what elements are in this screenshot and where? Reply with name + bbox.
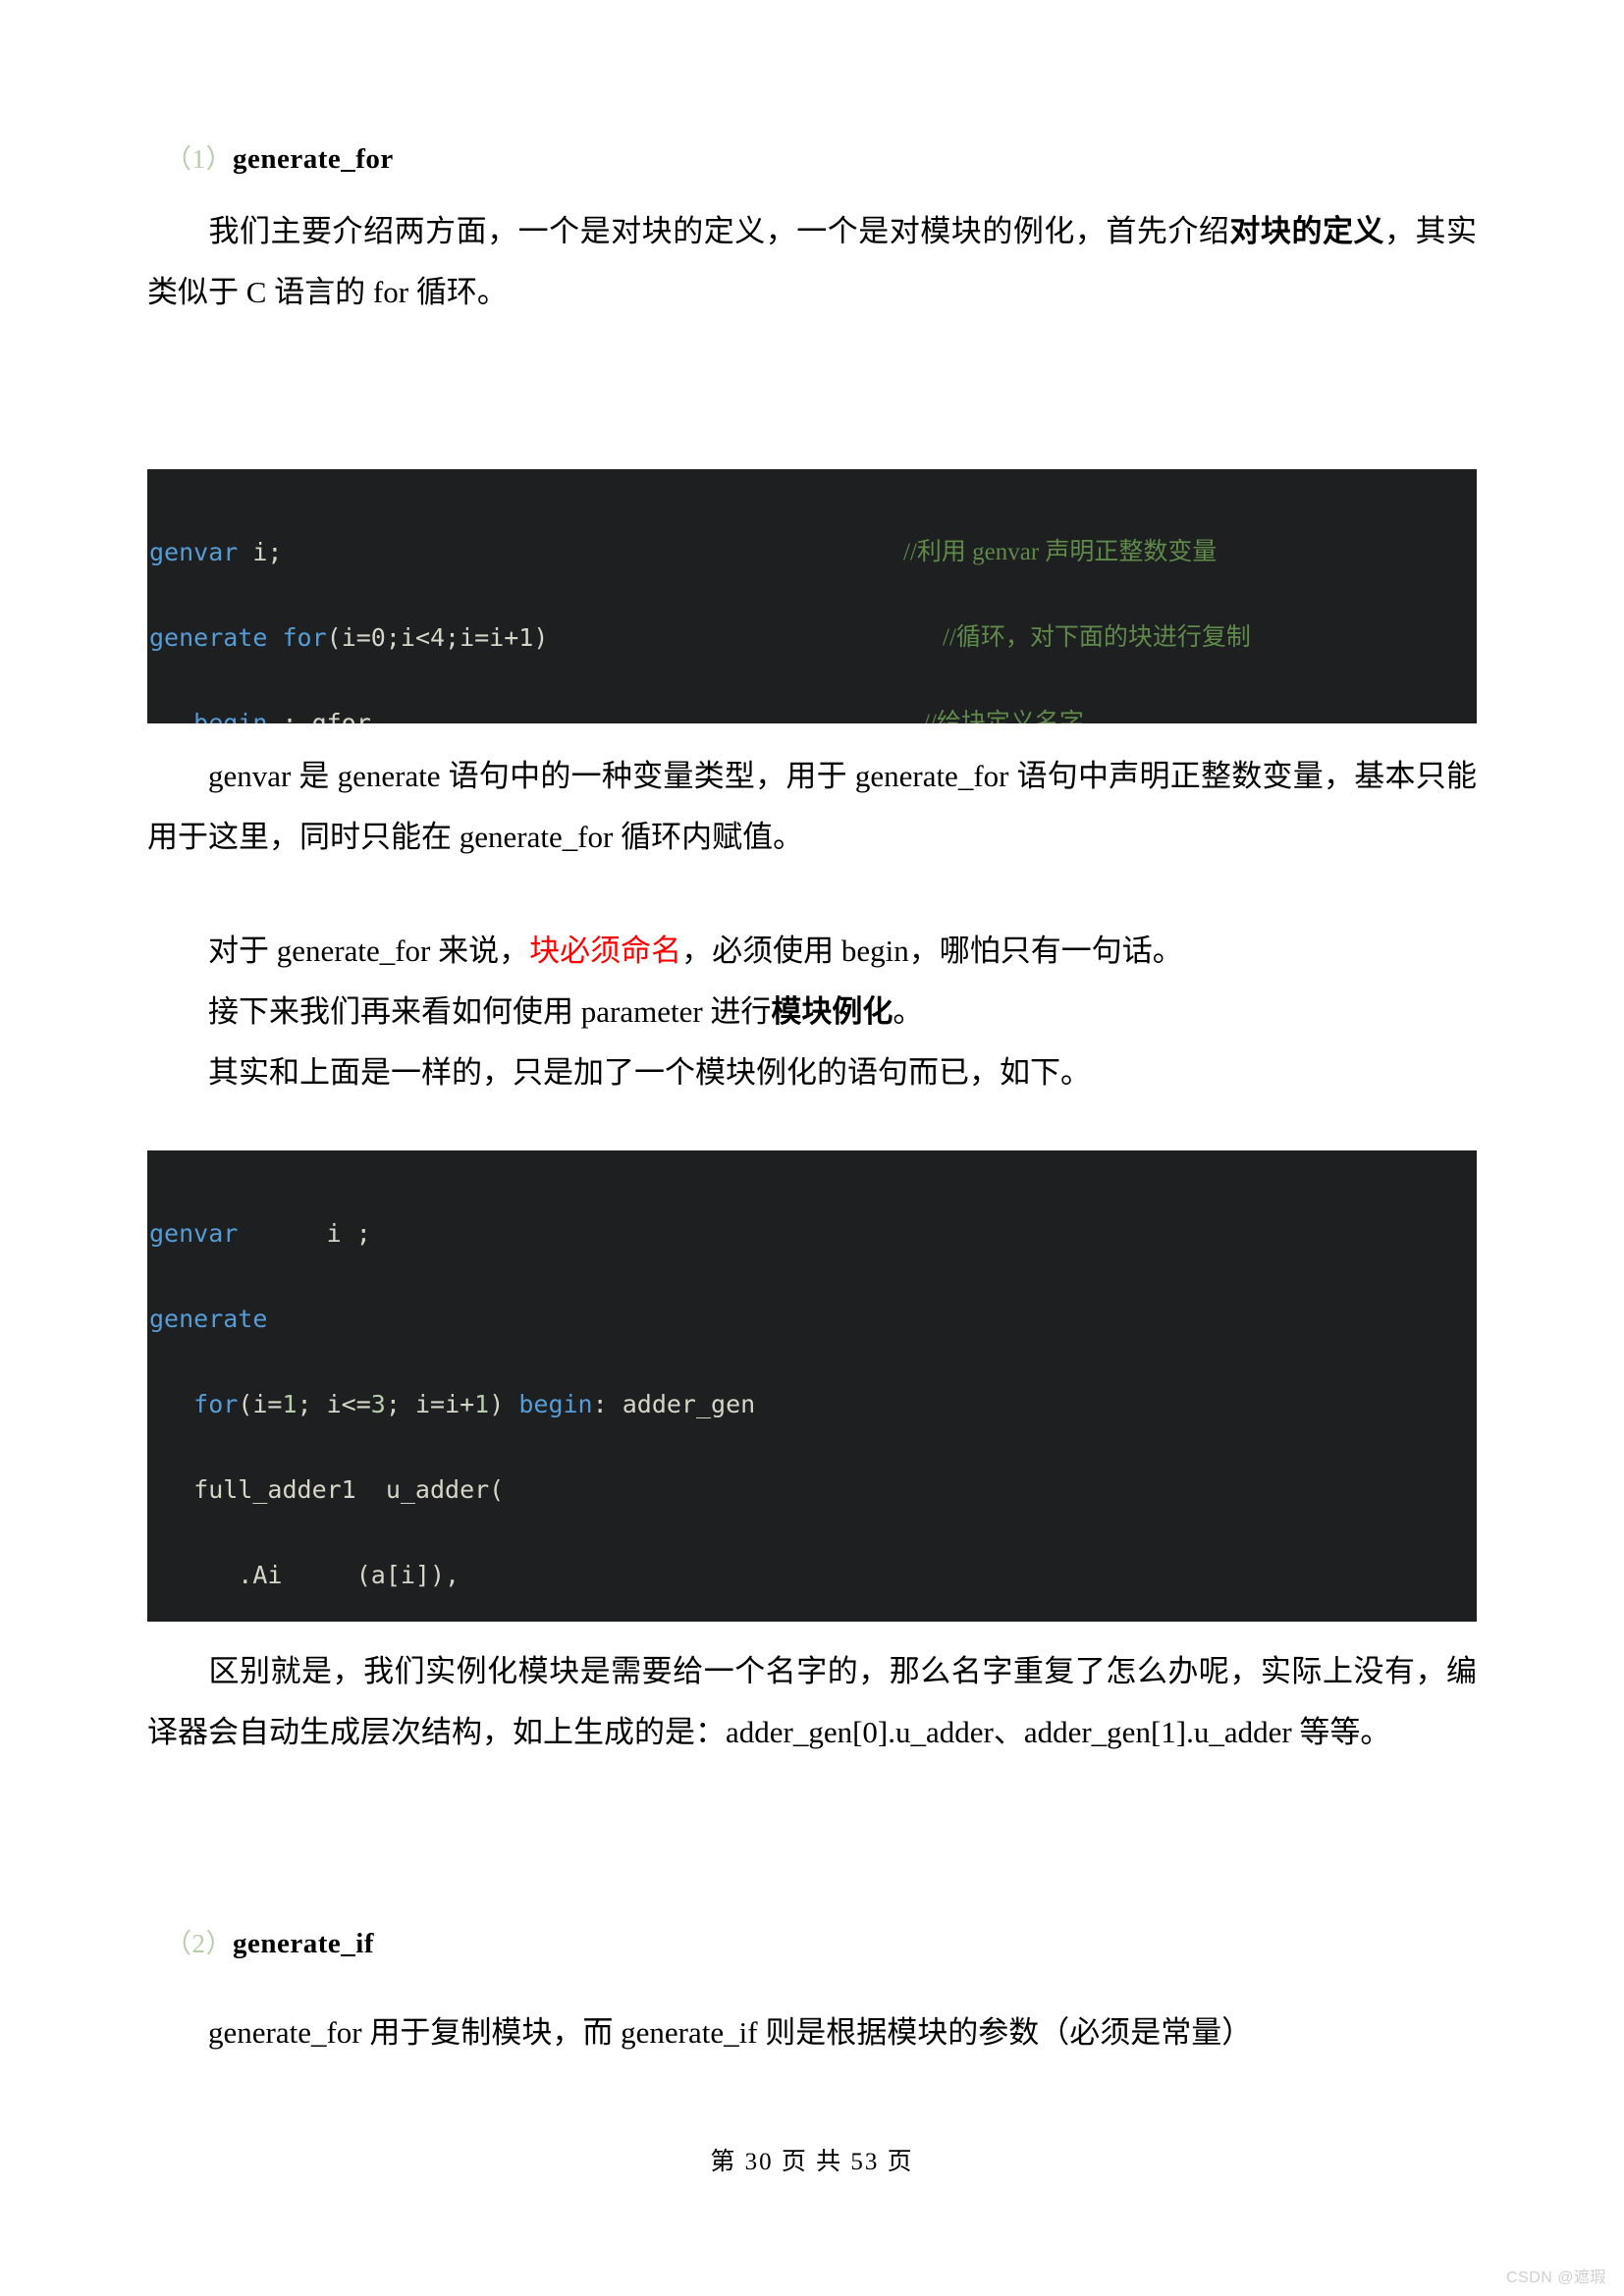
paragraph-genvar-text: genvar 是 generate 语句中的一种变量类型，用于 generate… (147, 759, 1477, 854)
section-heading-1-number: （1） (165, 144, 233, 174)
paragraph-generate-if-intro-text: generate_for 用于复制模块，而 generate_if 则是根据模块… (208, 2015, 1253, 2050)
paragraph-block-naming-text-a: 对于 generate_for 来说， (208, 934, 530, 968)
paragraph-block-naming-emphasis: 块必须命名 (529, 934, 682, 968)
code-line: genvar i;//利用 genvar 声明正整数变量 (149, 538, 1218, 566)
page-footer: 第 30 页 共 53 页 (0, 2142, 1624, 2177)
paragraph-parameter: 接下来我们再来看如何使用 parameter 进行模块例化。 (147, 982, 1477, 1042)
paragraph-hierarchy-text: 区别就是，我们实例化模块是需要给一个名字的，那么名字重复了怎么办呢，实际上没有，… (147, 1654, 1477, 1749)
section-heading-2-number: （2） (165, 1929, 233, 1958)
paragraph-parameter-bold: 模块例化 (771, 994, 893, 1029)
section-heading-1-term: generate_for (233, 143, 394, 175)
csdn-watermark: CSDN @遮瑕 (1506, 2264, 1606, 2287)
paragraph-hierarchy: 区别就是，我们实例化模块是需要给一个名字的，那么名字重复了怎么办呢，实际上没有，… (147, 1641, 1477, 1763)
paragraph-genvar: genvar 是 generate 语句中的一种变量类型，用于 generate… (147, 746, 1477, 868)
paragraph-block-naming-text-b: ，必须使用 begin，哪怕只有一句话。 (681, 934, 1183, 968)
code-line: .Ai (a[i]), (149, 1561, 460, 1589)
code-comment: //循环，对下面的块进行复制 (943, 624, 1251, 651)
paragraph-same-as-above-text: 其实和上面是一样的，只是加了一个模块例化的语句而已，如下。 (208, 1055, 1091, 1090)
code-line: generate (149, 1305, 268, 1333)
code-block-module-instantiation: genvar i ; generate for(i=1; i<=3; i=i+1… (147, 1150, 1477, 1622)
document-page: （1）generate_for 我们主要介绍两方面，一个是对块的定义，一个是对模… (0, 0, 1624, 2296)
section-heading-2: （2）generate_if (165, 1922, 374, 1960)
code-line: full_adder1 u_adder( (149, 1475, 505, 1504)
code-line: for(i=1; i<=3; i=i+1) begin: adder_gen (193, 1390, 756, 1418)
paragraph-generate-if-intro: generate_for 用于复制模块，而 generate_if 则是根据模块… (147, 2002, 1477, 2063)
paragraph-parameter-text-b: 。 (893, 994, 924, 1029)
paragraph-intro-bold: 对块的定义 (1229, 214, 1384, 248)
paragraph-block-naming: 对于 generate_for 来说，块必须命名，必须使用 begin，哪怕只有… (147, 921, 1477, 982)
code-comment: //利用 genvar 声明正整数变量 (903, 539, 1218, 565)
paragraph-same-as-above: 其实和上面是一样的，只是加了一个模块例化的语句而已，如下。 (147, 1042, 1477, 1103)
code-line: genvar i ; (149, 1219, 371, 1248)
page-number-label: 第 30 页 共 53 页 (710, 2149, 914, 2175)
code-line: begin : gfor//给块定义名字 (147, 709, 1477, 723)
paragraph-intro: 我们主要介绍两方面，一个是对块的定义，一个是对模块的例化，首先介绍对块的定义，其… (147, 201, 1477, 323)
code-block-generate-for: genvar i;//利用 genvar 声明正整数变量 generate fo… (147, 469, 1477, 723)
section-heading-1: （1）generate_for (165, 137, 394, 176)
section-heading-2-term: generate_if (233, 1928, 374, 1959)
paragraph-intro-text-a: 我们主要介绍两方面，一个是对块的定义，一个是对模块的例化，首先介绍 (208, 214, 1230, 248)
paragraph-parameter-text-a: 接下来我们再来看如何使用 parameter 进行 (208, 994, 772, 1029)
code-comment: //给块定义名字 (923, 710, 1084, 723)
code-line: generate for(i=0;i<4;i=i+1)//循环，对下面的块进行复… (149, 623, 1251, 652)
watermark-text: CSDN @遮瑕 (1505, 2269, 1606, 2286)
